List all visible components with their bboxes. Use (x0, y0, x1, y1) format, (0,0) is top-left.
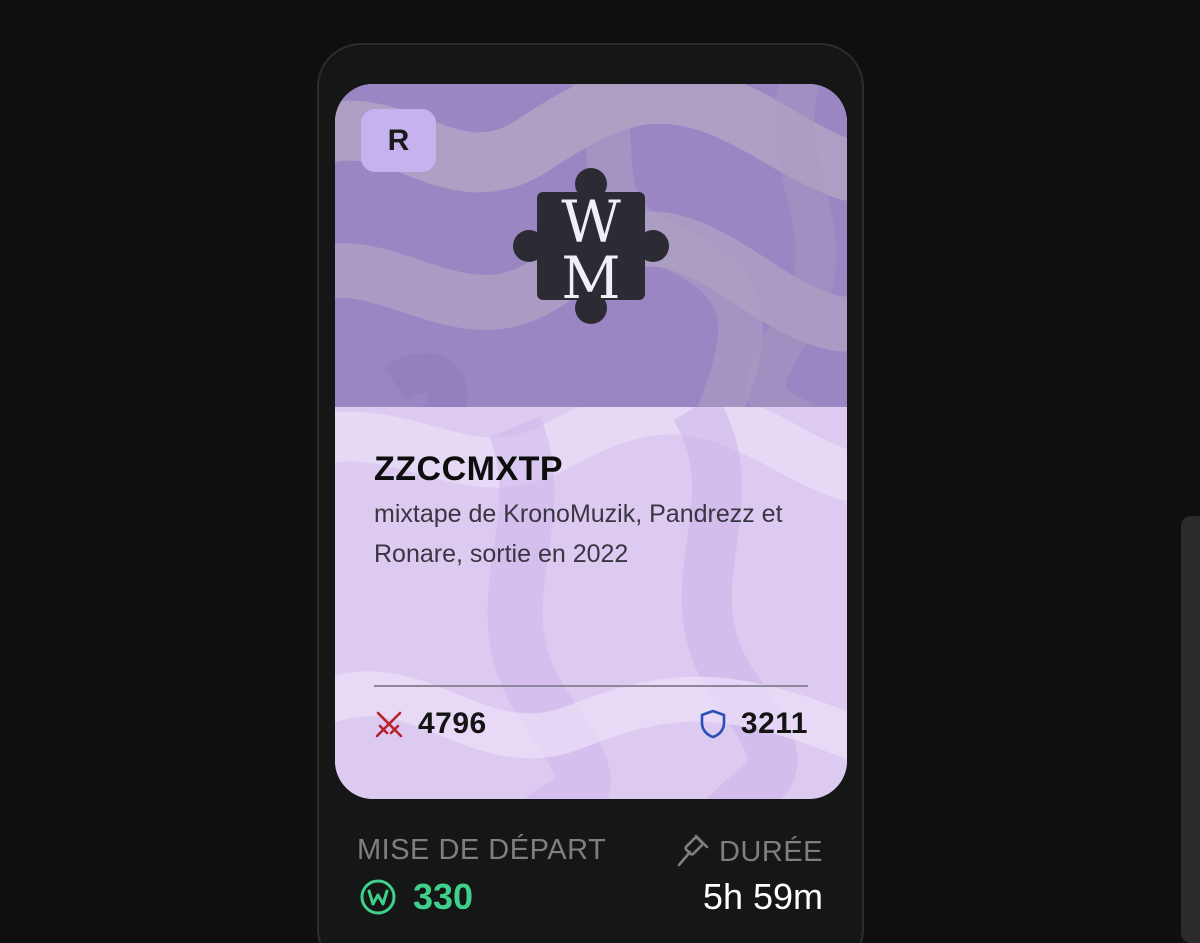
duration-label: DURÉE (718, 835, 823, 868)
shield-icon (700, 709, 726, 739)
duration-value: 5h 59m (702, 876, 823, 917)
starting-bid-value: 330 (413, 876, 474, 917)
duration-label-group: DURÉE (675, 834, 823, 870)
starting-bid-label: MISE DE DÉPART (357, 834, 607, 866)
card-artwork: R W M (335, 84, 847, 407)
card-description: mixtape de KronoMuzik, Pandrezz et Ronar… (374, 500, 783, 568)
starting-bid: 330 (359, 876, 473, 918)
defense-value: 3211 (740, 707, 808, 740)
crossed-swords-icon (375, 711, 403, 738)
svg-text:M: M (561, 244, 620, 312)
scrollbar-thumb[interactable] (1181, 516, 1200, 943)
page: R W M ZZCCMXTP mixtape de KronoMuzik, Pa… (0, 0, 1200, 943)
attack-stat: 4796 (374, 704, 487, 744)
wm-puzzle-logo: W M (513, 168, 669, 324)
gavel-icon (677, 834, 709, 867)
card-title: ZZCCMXTP (374, 450, 564, 488)
rarity-badge: R (361, 109, 436, 172)
collectible-card[interactable]: R W M ZZCCMXTP mixtape de KronoMuzik, Pa… (335, 84, 847, 799)
stats-divider (374, 685, 808, 687)
w-coin-icon (360, 879, 396, 915)
defense-stat: 3211 (699, 704, 808, 744)
attack-value: 4796 (418, 707, 487, 740)
